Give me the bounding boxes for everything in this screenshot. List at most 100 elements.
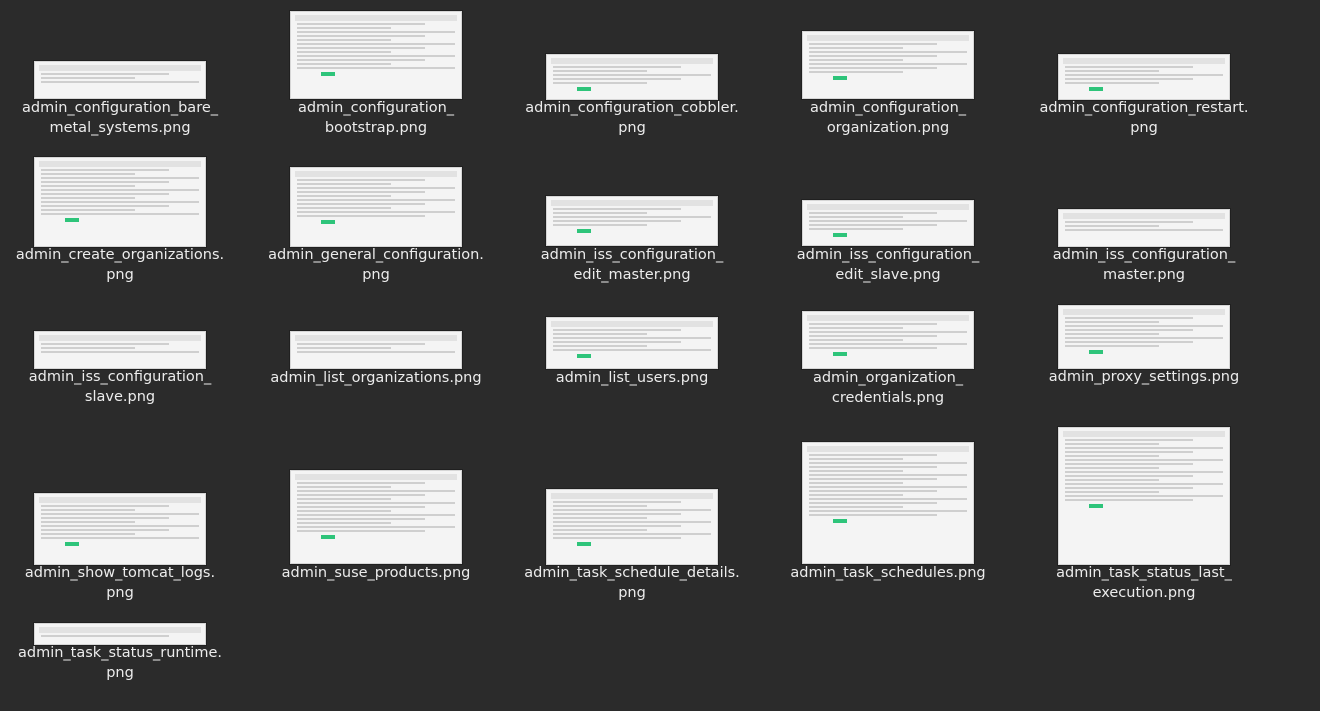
thumbnail-line [809,55,937,57]
thumbnail-header [39,497,201,503]
file-thumbnail[interactable] [802,200,974,246]
file-name-label[interactable]: admin_list_users.png [504,368,760,388]
thumbnail-line [41,525,199,527]
file-name-line: png [106,665,134,681]
file-name-label[interactable]: admin_create_organizations. png [0,245,248,285]
file-name-label[interactable]: admin_proxy_settings.png [1016,367,1272,387]
thumbnail-line [41,351,199,353]
file-name-label[interactable]: admin_organization_ credentials.png [760,368,1016,408]
file-name-label[interactable]: admin_general_configuration. png [248,245,504,285]
thumbnail-line [297,506,425,508]
thumbnail-line [553,78,681,80]
thumbnail-line [41,73,169,75]
file-name-label[interactable]: admin_configuration_ bootstrap.png [248,98,504,138]
file-thumbnail[interactable] [34,157,206,247]
thumbnail-header [39,335,201,341]
thumbnail-line [809,47,903,49]
thumbnail-line [297,351,455,353]
file-name-line: admin_list_organizations.png [270,370,482,386]
thumbnail-line [297,522,391,524]
thumbnail-line [41,81,199,83]
file-name-line: png [618,585,646,601]
file-thumbnail[interactable] [1058,54,1230,100]
thumbnail-line [297,494,425,496]
thumbnail-line [809,323,937,325]
thumbnail-button [577,354,591,358]
thumbnail-line [1065,229,1223,231]
file-thumbnail[interactable] [546,54,718,100]
thumbnail-line [297,47,425,49]
thumbnail-line [553,349,711,351]
file-name-label[interactable]: admin_task_schedule_details. png [504,563,760,603]
thumbnail-line [1065,78,1193,80]
thumbnail-line [809,327,903,329]
thumbnail-line [553,212,647,214]
file-name-label[interactable]: admin_iss_configuration_ edit_slave.png [760,245,1016,285]
file-thumbnail[interactable] [290,11,462,99]
file-name-label[interactable]: admin_iss_configuration_ slave.png [0,367,248,407]
thumbnail-line [553,66,681,68]
file-thumbnail[interactable] [1058,305,1230,369]
thumbnail-line [41,509,135,511]
thumbnail-line [553,513,681,515]
thumbnail-line [809,67,937,69]
thumbnail-line [297,510,391,512]
file-thumbnail[interactable] [802,311,974,369]
thumbnail-line [809,482,903,484]
thumbnail-line [1065,479,1159,481]
file-thumbnail[interactable] [546,196,718,246]
file-name-line: png [1130,120,1158,136]
thumbnail-line [41,177,199,179]
file-thumbnail[interactable] [290,331,462,369]
thumbnail-line [1065,329,1193,331]
thumbnail-line [41,521,135,523]
file-thumbnail[interactable] [34,493,206,565]
file-thumbnail[interactable] [290,167,462,247]
file-thumbnail[interactable] [546,317,718,369]
thumbnail-line [553,501,681,503]
file-name-label[interactable]: admin_task_schedules.png [760,563,1016,583]
thumbnail-button [833,233,847,237]
file-thumbnail[interactable] [546,489,718,565]
thumbnail-line [297,518,425,520]
file-name-label[interactable]: admin_list_organizations.png [248,368,504,388]
file-name-line: edit_master.png [573,267,691,283]
file-name-label[interactable]: admin_iss_configuration_ edit_master.png [504,245,760,285]
thumbnail-button [577,229,591,233]
thumbnail-line [809,347,937,349]
thumbnail-line [1065,455,1159,457]
thumbnail-header [807,35,969,41]
thumbnail-header [1063,431,1225,437]
file-thumbnail[interactable] [1058,209,1230,247]
file-thumbnail[interactable] [1058,427,1230,565]
thumbnail-line [553,216,711,218]
file-thumbnail[interactable] [290,470,462,564]
file-thumbnail[interactable] [34,623,206,645]
file-thumbnail[interactable] [34,331,206,369]
file-thumbnail[interactable] [802,442,974,564]
thumbnail-line [297,67,455,69]
thumbnail-line [297,63,391,65]
file-name-label[interactable]: admin_configuration_cobbler. png [504,98,760,138]
file-name-label[interactable]: admin_task_status_last_ execution.png [1016,563,1272,603]
file-thumbnail[interactable] [802,31,974,99]
thumbnail-line [553,82,647,84]
file-name-label[interactable]: admin_configuration_ organization.png [760,98,1016,138]
thumbnail-line [553,529,647,531]
thumbnail-line [41,193,169,195]
file-thumbnail[interactable] [34,61,206,99]
thumbnail-line [809,343,967,345]
file-name-label[interactable]: admin_task_status_runtime. png [0,643,248,683]
file-name-label[interactable]: admin_configuration_bare_ metal_systems.p… [0,98,248,138]
file-name-label[interactable]: admin_show_tomcat_logs. png [0,563,248,603]
thumbnail-line [297,187,455,189]
thumbnail-line [809,466,937,468]
file-name-label[interactable]: admin_suse_products.png [248,563,504,583]
thumbnail-line [809,494,903,496]
thumbnail-line [809,335,937,337]
thumbnail-line [553,345,647,347]
file-name-label[interactable]: admin_configuration_restart. png [1016,98,1272,138]
thumbnail-line [297,191,425,193]
thumbnail-line [553,208,681,210]
file-name-label[interactable]: admin_iss_configuration_ master.png [1016,245,1272,285]
